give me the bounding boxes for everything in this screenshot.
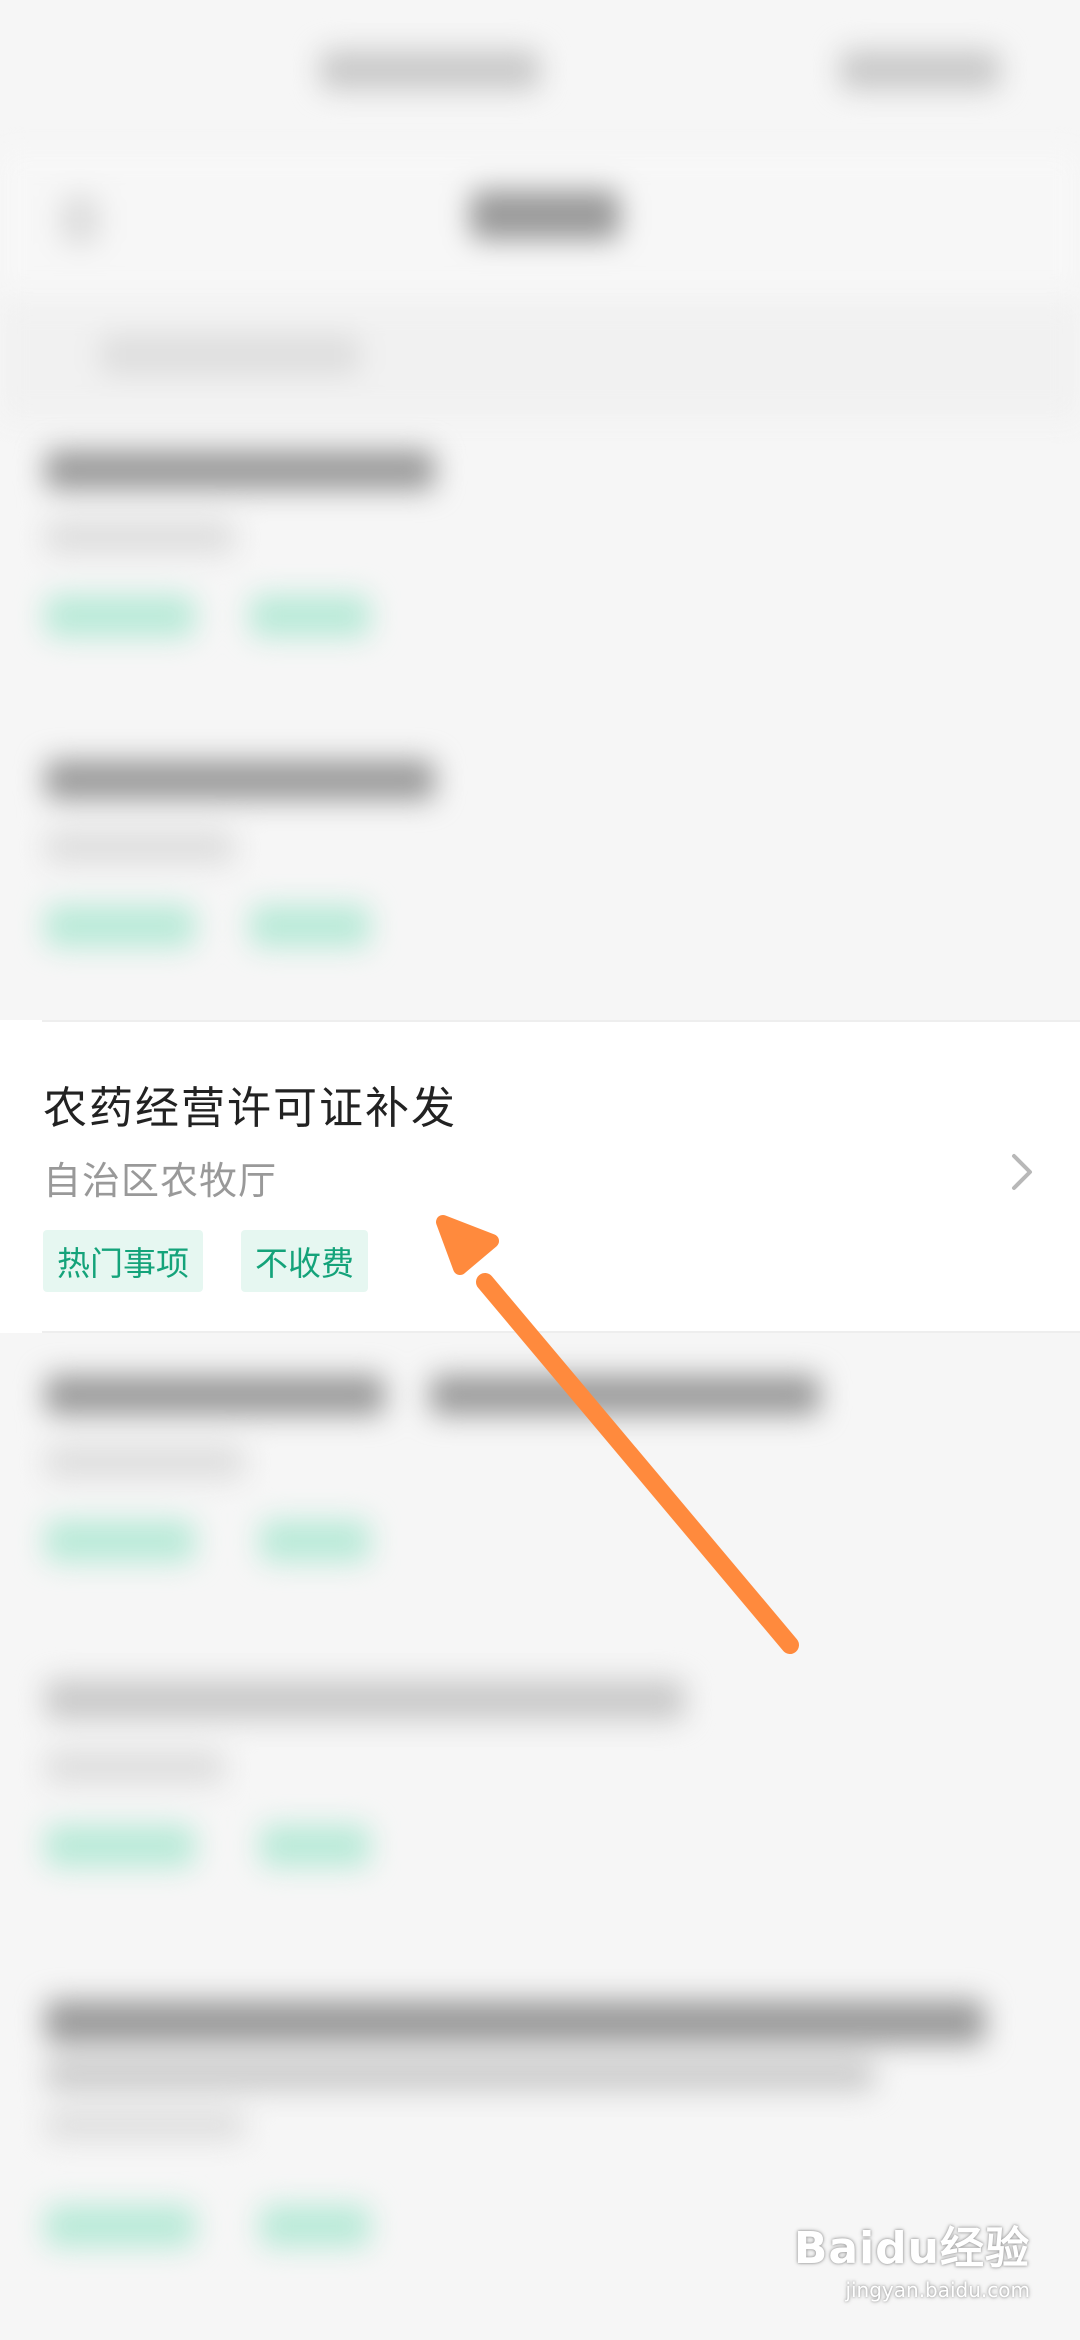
list-item-pesticide-license[interactable]: 农药经营许可证补发 自治区农牧厅 热门事项 不收费: [0, 1020, 1080, 1333]
tag-free: 不收费: [241, 1230, 368, 1292]
list-item[interactable]: [0, 410, 1080, 720]
watermark: Baidu经验 jingyan.baidu.com: [794, 2212, 1030, 2302]
watermark-brand: Baidu经验: [793, 2223, 1030, 2274]
chevron-right-icon[interactable]: [1000, 1150, 1044, 1194]
list-item[interactable]: [0, 1640, 1080, 1950]
tag-hot: 热门事项: [43, 1230, 203, 1292]
page-header: [0, 150, 1080, 300]
filter-bar: [0, 300, 1080, 420]
watermark-url: jingyan.baidu.com: [845, 2278, 1030, 2302]
list-item[interactable]: [0, 720, 1080, 1030]
status-bar: [0, 0, 1080, 150]
divider: [42, 1020, 1080, 1022]
list-item[interactable]: [0, 1335, 1080, 1645]
tag-list: 热门事项 不收费: [43, 1230, 368, 1292]
item-title: 农药经营许可证补发: [43, 1083, 457, 1134]
divider: [42, 1331, 1080, 1333]
item-department: 自治区农牧厅: [43, 1159, 278, 1203]
